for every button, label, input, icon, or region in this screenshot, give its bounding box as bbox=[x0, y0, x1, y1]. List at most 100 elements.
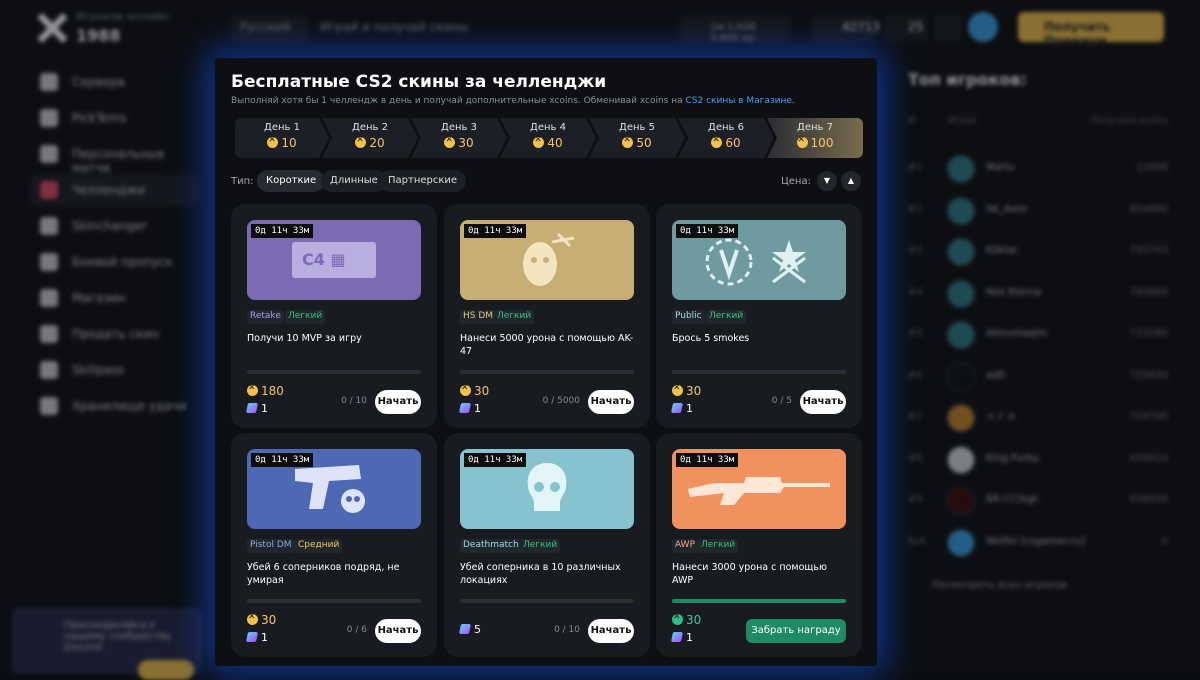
avatar bbox=[946, 528, 976, 558]
start-button[interactable]: Начать bbox=[800, 390, 846, 414]
start-button[interactable]: Начать bbox=[588, 619, 634, 643]
sidebar-item-luck-vault[interactable]: Хранилище удачи bbox=[30, 390, 198, 422]
sidebar-item-skinchanger[interactable]: Skinchanger bbox=[30, 210, 198, 242]
sidebar-item-label: Хранилище удачи bbox=[72, 399, 186, 413]
col-player: Игрок bbox=[948, 116, 976, 126]
difficulty-tag: Легкий bbox=[706, 310, 746, 324]
sidebar-item-picktems[interactable]: PickTems bbox=[30, 102, 198, 134]
gems-balance[interactable]: 25 bbox=[884, 14, 928, 42]
coin-reward: 30 bbox=[247, 613, 276, 627]
sort-asc-button[interactable]: ▲ bbox=[841, 171, 861, 191]
timer-badge: 0д 11ч 33м bbox=[251, 224, 313, 238]
price-label: Цена: bbox=[781, 176, 811, 187]
sidebar-item-label: Skillpass bbox=[72, 363, 124, 377]
row-coins: 725840 bbox=[1130, 370, 1168, 381]
sidebar-item-sell-skin[interactable]: Продать скин bbox=[30, 318, 198, 350]
filter-partner[interactable]: Партнерские bbox=[379, 170, 466, 192]
row-coins: 724700 bbox=[1130, 411, 1168, 422]
coin-reward-value: 30 bbox=[686, 613, 701, 627]
day-reward: 30 bbox=[458, 136, 473, 150]
sidebar-item-battlepass[interactable]: Боевой пропуск bbox=[30, 246, 198, 278]
sidebar-item-personal-matches[interactable]: Персональные матчи bbox=[30, 138, 198, 170]
row-coins: 12696 bbox=[1136, 162, 1168, 173]
progress-bar bbox=[672, 599, 846, 603]
row-coins: 733180 bbox=[1130, 328, 1168, 339]
leaderboard-row[interactable]: N/AWolfer [csgamer.ru]0 bbox=[908, 526, 1168, 560]
tagline: Играй и получай скины bbox=[320, 20, 468, 34]
avatar bbox=[946, 362, 976, 392]
leaderboard-row[interactable]: #6adll-725840 bbox=[908, 360, 1168, 394]
shop-link[interactable]: CS2 скины в Магазине bbox=[686, 96, 792, 106]
row-rank: #7 bbox=[908, 411, 923, 422]
leaderboard-row[interactable]: #1Marlu12696 bbox=[908, 152, 1168, 186]
start-button[interactable]: Начать bbox=[375, 390, 421, 414]
claim-reward-button[interactable]: Забрать награду bbox=[746, 619, 846, 643]
day-reward: 50 bbox=[636, 136, 651, 150]
filter-short[interactable]: Короткие bbox=[257, 170, 325, 192]
coin-reward: 180 bbox=[247, 384, 284, 398]
ticket-icon bbox=[40, 253, 58, 271]
leaderboard-row[interactable]: #9ßЯ.ΞΞΞkgt.638930 bbox=[908, 484, 1168, 518]
row-rank: #2 bbox=[908, 204, 923, 215]
gem-reward-value: 1 bbox=[686, 402, 693, 415]
mode-tag: AWP bbox=[672, 539, 698, 553]
gem-reward: 1 bbox=[672, 631, 693, 644]
users-icon bbox=[40, 145, 58, 163]
timer-badge: 0д 11ч 33м bbox=[676, 224, 738, 238]
modal-title: Бесплатные CS2 скины за челленджи bbox=[231, 72, 606, 92]
xcoin-icon bbox=[444, 137, 455, 148]
vault-icon bbox=[40, 397, 58, 415]
day-label: День 6 bbox=[678, 122, 774, 133]
leaderboard-row[interactable]: #4Nox Eterna760860 bbox=[908, 277, 1168, 311]
sort-desc-button[interactable]: ▼ bbox=[817, 171, 837, 191]
xcoin-icon bbox=[267, 137, 278, 148]
row-name: Nox Eterna bbox=[986, 287, 1041, 298]
row-name: Almuntaqim bbox=[986, 328, 1047, 339]
sidebar-item-label: Челленджи bbox=[72, 183, 145, 197]
mail-icon[interactable] bbox=[934, 14, 962, 42]
avatar bbox=[946, 486, 976, 516]
progress-bar bbox=[460, 599, 634, 603]
timer-badge: 0д 11ч 33м bbox=[251, 453, 313, 467]
rank-widget[interactable]: 1м 1.026 3.600 кр bbox=[680, 14, 790, 42]
leaderboard-header: # Игрок Получено xcoins bbox=[908, 116, 1168, 126]
progress-text: 0 / 6 bbox=[347, 625, 367, 635]
row-coins: 793743 bbox=[1130, 245, 1168, 256]
start-button[interactable]: Начать bbox=[375, 619, 421, 643]
leaderboard-row[interactable]: #5Almuntaqim733180 bbox=[908, 318, 1168, 352]
logo[interactable] bbox=[36, 12, 68, 44]
leaderboard-row[interactable]: #2SK_Aero854800 bbox=[908, 194, 1168, 228]
row-name: Marlu bbox=[986, 162, 1014, 173]
start-button[interactable]: Начать bbox=[588, 390, 634, 414]
sidebar-item-servers[interactable]: Сервера bbox=[30, 66, 198, 98]
leaderboard-panel: Топ игроков: # Игрок Получено xcoins #1M… bbox=[892, 56, 1200, 674]
row-name: King Furby bbox=[986, 453, 1039, 464]
progress-text: 0 / 10 bbox=[341, 396, 367, 406]
progress-text: 0 / 10 bbox=[554, 625, 580, 635]
difficulty-tag: Легкий bbox=[285, 310, 325, 324]
challenge-card: 0д 11ч 33м HS DM Легкий Нанеси 5000 урон… bbox=[444, 204, 650, 428]
leaderboard-row[interactable]: #8King Furby659410 bbox=[908, 443, 1168, 477]
mode-tag: Public bbox=[672, 310, 705, 324]
sidebar-item-skillpass[interactable]: Skillpass bbox=[30, 354, 198, 386]
col-coins: Получено xcoins bbox=[1091, 116, 1168, 126]
row-coins: 638930 bbox=[1130, 494, 1168, 505]
coins-balance[interactable]: 42713 bbox=[812, 14, 876, 42]
gem-reward-value: 1 bbox=[474, 402, 481, 415]
leaderboard-row[interactable]: #3KSklar793743 bbox=[908, 235, 1168, 269]
day-label: День 2 bbox=[322, 122, 418, 133]
user-avatar[interactable] bbox=[968, 12, 998, 42]
sidebar-item-shop[interactable]: Магазин bbox=[30, 282, 198, 314]
progress-bar bbox=[247, 370, 421, 374]
filter-long[interactable]: Длинные bbox=[321, 170, 387, 192]
leaderboard-row[interactable]: #7-c (· a724700 bbox=[908, 401, 1168, 435]
view-all-players-link[interactable]: Посмотреть всех игроков bbox=[908, 580, 1067, 591]
gem-reward: 1 bbox=[460, 402, 481, 415]
sidebar-item-challenges[interactable]: Челленджи bbox=[30, 174, 198, 206]
premium-button[interactable]: Получить Премиум bbox=[1018, 12, 1164, 42]
discord-join-button[interactable] bbox=[138, 660, 194, 680]
coin-reward-value: 30 bbox=[474, 384, 489, 398]
language-select[interactable]: Русский bbox=[230, 14, 308, 42]
gem-reward-value: 1 bbox=[261, 402, 268, 415]
sidebar-item-label: Боевой пропуск bbox=[72, 255, 173, 269]
